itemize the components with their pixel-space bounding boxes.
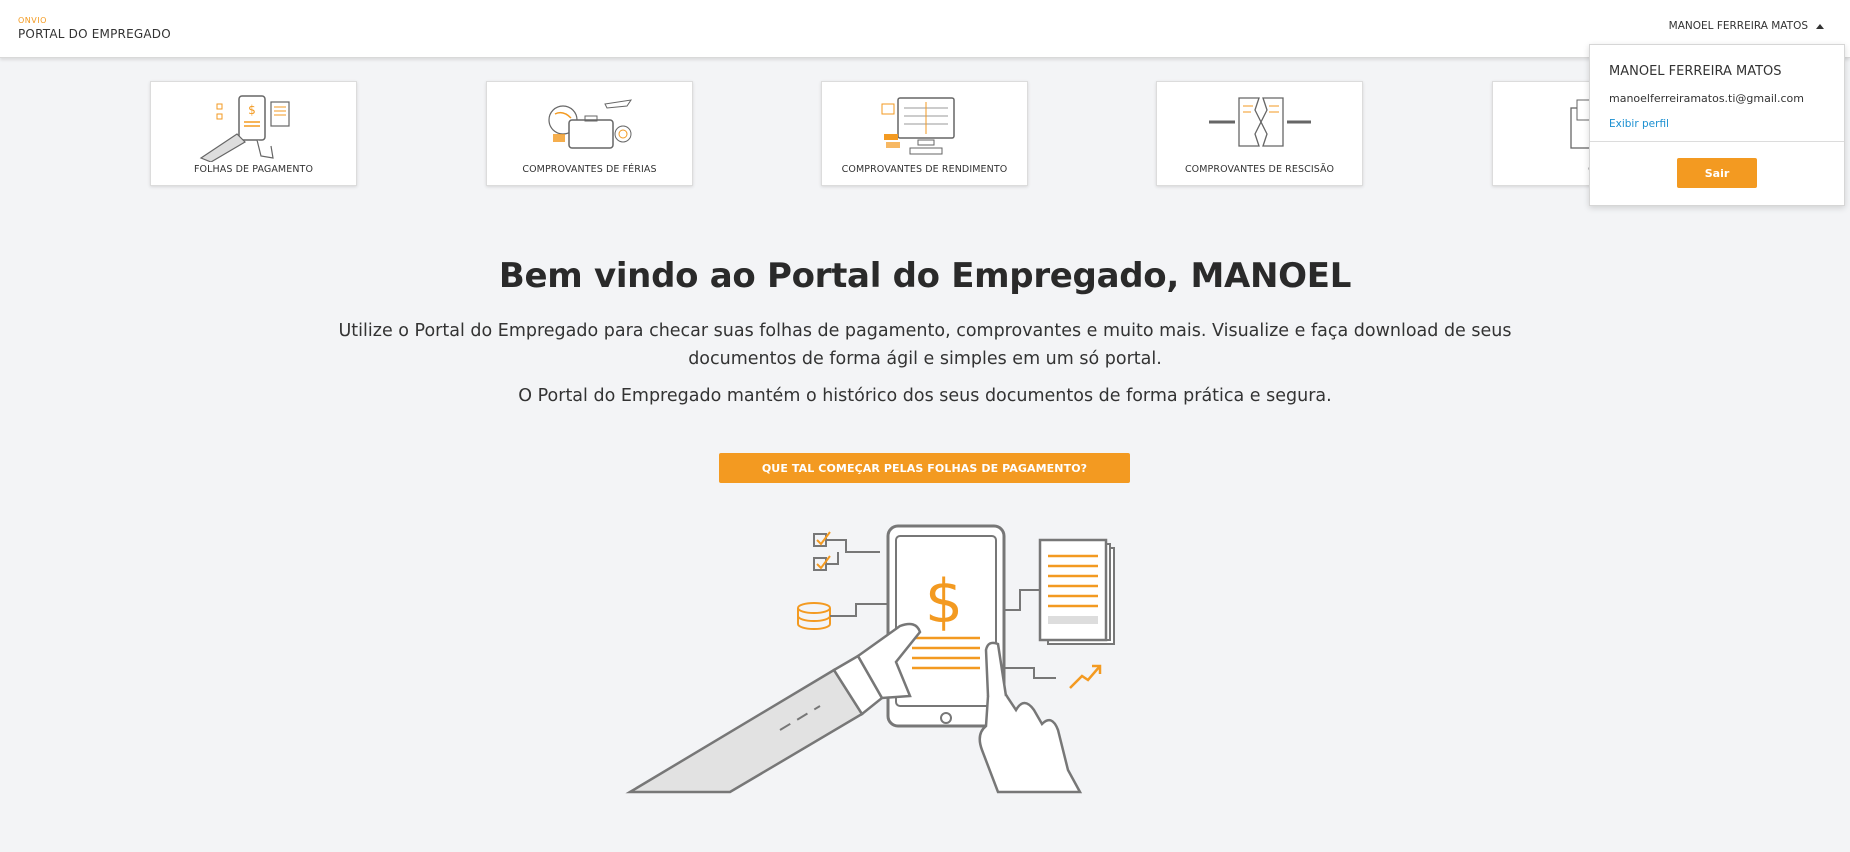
svg-text:$: $: [248, 103, 256, 117]
user-menu-name: MANOEL FERREIRA MATOS: [1668, 20, 1808, 32]
card-folhas-de-pagamento[interactable]: $ FOLHAS DE PAGAMENTO: [150, 81, 357, 186]
welcome-title: Bem vindo ao Portal do Empregado, MANOEL: [498, 256, 1352, 296]
logout-button[interactable]: Sair: [1677, 158, 1757, 188]
vacation-icon: [548, 99, 633, 149]
start-payroll-button[interactable]: QUE TAL COMEÇAR PELAS FOLHAS DE PAGAMENT…: [719, 453, 1130, 483]
card-comprovantes-de-ferias[interactable]: COMPROVANTES DE FÉRIAS: [486, 81, 693, 186]
card-label: FOLHAS DE PAGAMENTO: [193, 164, 314, 175]
caret-up-icon: [1816, 23, 1824, 29]
card-label: COMPROVANTES DE RESCISÃO: [1184, 164, 1335, 175]
card-label: COMPROVANTES DE FÉRIAS: [522, 164, 657, 175]
brand[interactable]: ONVIO PORTAL DO EMPREGADO: [18, 16, 171, 42]
top-bar: ONVIO PORTAL DO EMPREGADO MANOEL FERREIR…: [0, 0, 1850, 58]
intro-text-secondary: O Portal do Empregado mantém o histórico…: [518, 386, 1332, 406]
brand-small: ONVIO: [18, 16, 47, 25]
view-profile-link[interactable]: Exibir perfil: [1609, 118, 1669, 130]
dropdown-user-email: manoelferreiramatos.ti@gmail.com: [1609, 92, 1804, 105]
brand-title: PORTAL DO EMPREGADO: [18, 27, 171, 41]
divider: [1590, 141, 1844, 142]
user-dropdown: MANOEL FERREIRA MATOS manoelferreiramato…: [1589, 44, 1845, 206]
svg-text:$: $: [925, 567, 963, 637]
termination-icon: [1209, 97, 1311, 147]
income-icon: [881, 97, 955, 155]
intro-text: Utilize o Portal do Empregado para checa…: [338, 321, 1512, 369]
card-label: COMPROVANTES DE RENDIMENTO: [841, 164, 1008, 175]
user-menu-toggle[interactable]: MANOEL FERREIRA MATOS: [1669, 20, 1824, 32]
card-comprovantes-de-rescisao[interactable]: COMPROVANTES DE RESCISÃO: [1156, 81, 1363, 186]
card-comprovantes-de-rendimento[interactable]: COMPROVANTES DE RENDIMENTO: [821, 81, 1028, 186]
hero-illustration: $: [625, 524, 1115, 794]
dropdown-user-name: MANOEL FERREIRA MATOS: [1609, 64, 1782, 79]
payroll-icon: $: [199, 95, 290, 162]
